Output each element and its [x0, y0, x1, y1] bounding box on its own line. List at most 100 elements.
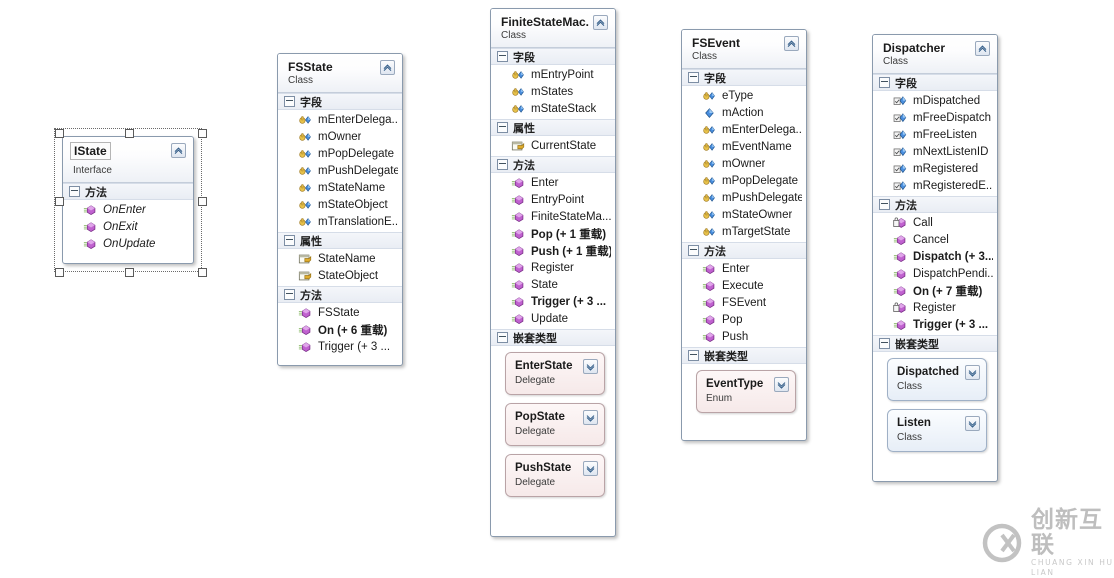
member-row[interactable]: StateObject: [278, 267, 402, 284]
member-row[interactable]: StateName: [278, 250, 402, 267]
nested-type-enterstate[interactable]: EnterState Delegate: [505, 352, 605, 395]
nested-type-popstate[interactable]: PopState Delegate: [505, 403, 605, 446]
member-row[interactable]: mStateName: [278, 179, 402, 196]
resize-handle[interactable]: [197, 129, 207, 138]
resize-handle[interactable]: [197, 267, 207, 277]
member-row[interactable]: Enter: [682, 260, 806, 277]
member-row[interactable]: Enter: [491, 174, 615, 191]
collapse-button-finitestatemachine[interactable]: [593, 15, 608, 30]
section-header-fields-fsevent[interactable]: 字段: [682, 69, 806, 86]
member-row[interactable]: Trigger (+ 3 ...: [873, 316, 997, 333]
expand-button[interactable]: [965, 365, 980, 380]
section-header-fields-fsstate[interactable]: 字段: [278, 93, 402, 110]
member-row[interactable]: mStateOwner: [682, 206, 806, 223]
member-row[interactable]: mPushDelegate: [278, 162, 402, 179]
member-row[interactable]: mEnterDelega...: [682, 121, 806, 138]
member-row[interactable]: DispatchPendi...: [873, 265, 997, 282]
section-toggle-icon[interactable]: [879, 199, 890, 210]
member-row[interactable]: mFreeListen: [873, 126, 997, 143]
section-toggle-icon[interactable]: [879, 338, 890, 349]
expand-button[interactable]: [583, 461, 598, 476]
collapse-button-fsevent[interactable]: [784, 36, 799, 51]
resize-handle[interactable]: [197, 196, 207, 206]
member-row[interactable]: Call: [873, 214, 997, 231]
class-shape-fsstate[interactable]: FSState Class 字段 mEnterDelega... mOwner mPopD…: [277, 53, 403, 366]
member-row[interactable]: mEntryPoint: [491, 66, 615, 83]
expand-button[interactable]: [583, 410, 598, 425]
selection-frame-istate[interactable]: [54, 128, 207, 277]
section-header-nested-finitestatemachine[interactable]: 嵌套类型: [491, 329, 615, 346]
member-row[interactable]: mAction: [682, 104, 806, 121]
section-toggle-icon[interactable]: [497, 332, 508, 343]
member-row[interactable]: FSEvent: [682, 294, 806, 311]
section-header-methods-fsevent[interactable]: 方法: [682, 242, 806, 259]
class-shape-dispatcher[interactable]: Dispatcher Class 字段 mDispatched mFreeDispatc…: [872, 34, 998, 482]
section-toggle-icon[interactable]: [688, 245, 699, 256]
member-row[interactable]: FiniteStateMa...: [491, 208, 615, 225]
section-header-properties-finitestatemachine[interactable]: 属性: [491, 119, 615, 136]
member-row[interactable]: Register: [491, 259, 615, 276]
member-row[interactable]: mTargetState: [682, 223, 806, 240]
expand-button[interactable]: [583, 359, 598, 374]
member-row[interactable]: mFreeDispatch: [873, 109, 997, 126]
section-header-fields-finitestatemachine[interactable]: 字段: [491, 48, 615, 65]
resize-handle[interactable]: [55, 267, 64, 277]
member-row[interactable]: State: [491, 276, 615, 293]
section-toggle-icon[interactable]: [688, 350, 699, 361]
member-row[interactable]: Dispatch (+ 3...: [873, 248, 997, 265]
member-row[interactable]: Trigger (+ 3 ...: [491, 293, 615, 310]
collapse-button-dispatcher[interactable]: [975, 41, 990, 56]
member-row[interactable]: Update: [491, 310, 615, 327]
member-row[interactable]: FSState: [278, 304, 402, 321]
member-row[interactable]: Pop (+ 1 重载): [491, 225, 615, 242]
member-row[interactable]: mOwner: [278, 128, 402, 145]
section-toggle-icon[interactable]: [497, 159, 508, 170]
member-row[interactable]: mNextListenID: [873, 143, 997, 160]
member-row[interactable]: mEventName: [682, 138, 806, 155]
collapse-button-fsstate[interactable]: [380, 60, 395, 75]
section-header-properties-fsstate[interactable]: 属性: [278, 232, 402, 249]
member-row[interactable]: Push: [682, 328, 806, 345]
member-row[interactable]: mPopDelegate: [682, 172, 806, 189]
section-header-methods-dispatcher[interactable]: 方法: [873, 196, 997, 213]
nested-type-dispatched[interactable]: Dispatched Class: [887, 358, 987, 401]
section-toggle-icon[interactable]: [284, 96, 295, 107]
member-row[interactable]: eType: [682, 87, 806, 104]
member-row[interactable]: mPopDelegate: [278, 145, 402, 162]
class-header-fsstate[interactable]: FSState Class: [278, 54, 402, 93]
section-header-nested-fsevent[interactable]: 嵌套类型: [682, 347, 806, 364]
member-row[interactable]: mRegisteredE...: [873, 177, 997, 194]
resize-handle[interactable]: [55, 196, 64, 206]
member-row[interactable]: Pop: [682, 311, 806, 328]
member-row[interactable]: On (+ 6 重载): [278, 321, 402, 338]
resize-handle[interactable]: [124, 129, 134, 138]
section-toggle-icon[interactable]: [688, 72, 699, 83]
resize-handle[interactable]: [124, 267, 134, 277]
class-shape-finitestatemachine[interactable]: FiniteStateMac... Class 字段 mEntryPoint mStat…: [490, 8, 616, 537]
member-row[interactable]: mStateStack: [491, 100, 615, 117]
member-row[interactable]: Push (+ 1 重载): [491, 242, 615, 259]
member-row[interactable]: mStateObject: [278, 196, 402, 213]
member-row[interactable]: mDispatched: [873, 92, 997, 109]
class-header-dispatcher[interactable]: Dispatcher Class: [873, 35, 997, 74]
member-row[interactable]: mOwner: [682, 155, 806, 172]
class-header-finitestatemachine[interactable]: FiniteStateMac... Class: [491, 9, 615, 48]
member-row[interactable]: mEnterDelega...: [278, 111, 402, 128]
member-row[interactable]: Cancel: [873, 231, 997, 248]
class-header-fsevent[interactable]: FSEvent Class: [682, 30, 806, 69]
member-row[interactable]: Trigger (+ 3 ...: [278, 338, 402, 355]
member-row[interactable]: mPushDelegate: [682, 189, 806, 206]
member-row[interactable]: Execute: [682, 277, 806, 294]
section-header-methods-fsstate[interactable]: 方法: [278, 286, 402, 303]
nested-type-pushstate[interactable]: PushState Delegate: [505, 454, 605, 497]
section-toggle-icon[interactable]: [284, 235, 295, 246]
nested-type-eventtype[interactable]: EventType Enum: [696, 370, 796, 413]
nested-type-listen[interactable]: Listen Class: [887, 409, 987, 452]
expand-button[interactable]: [965, 416, 980, 431]
member-row[interactable]: mRegistered: [873, 160, 997, 177]
resize-handle[interactable]: [55, 129, 64, 138]
section-toggle-icon[interactable]: [284, 289, 295, 300]
member-row[interactable]: mStates: [491, 83, 615, 100]
member-row[interactable]: CurrentState: [491, 137, 615, 154]
section-header-nested-dispatcher[interactable]: 嵌套类型: [873, 335, 997, 352]
